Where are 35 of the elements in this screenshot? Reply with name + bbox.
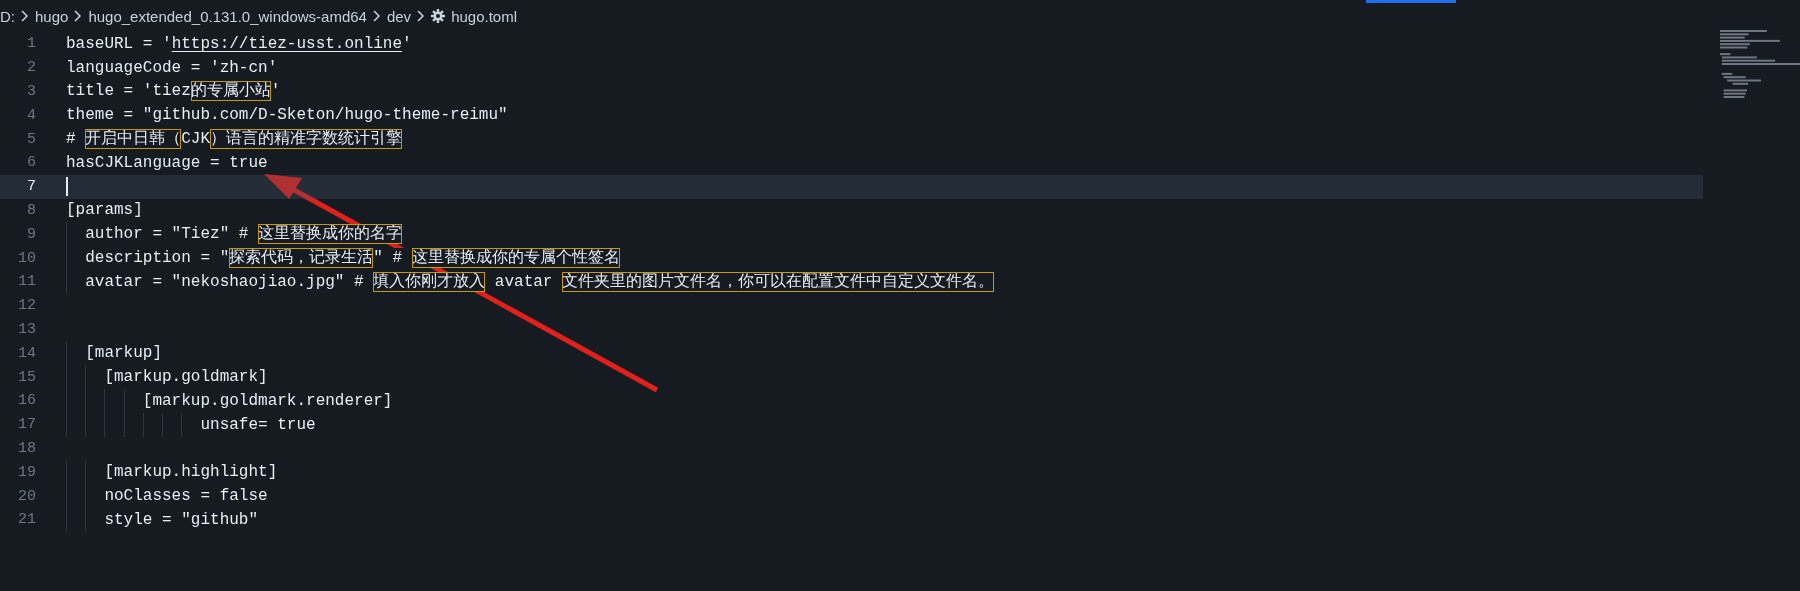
line-number: 21 (17, 511, 36, 529)
highlighted-text: 开启中日韩（ (85, 129, 182, 150)
line-number: 13 (17, 320, 36, 338)
line-number: 19 (17, 463, 36, 481)
line-number: 7 (26, 178, 36, 196)
line-number: 11 (17, 273, 36, 291)
line-number: 1 (26, 35, 36, 53)
line-number: 15 (17, 368, 36, 386)
highlighted-text: 文件夹里的图片文件名，你可以在配置文件中自定义文件名。 (562, 271, 995, 292)
line-number: 18 (17, 439, 36, 457)
line-number: 8 (26, 201, 36, 219)
line-number: 20 (17, 487, 36, 505)
line-number: 17 (17, 416, 36, 434)
line-number: 2 (26, 59, 36, 77)
line-number: 9 (26, 225, 36, 243)
highlighted-text: 这里替换成你的名字 (258, 224, 403, 245)
highlighted-text: 探索代码，记录生活 (229, 248, 374, 269)
breadcrumb-item[interactable]: hugo_extended_0.131.0_windows-amd64 (88, 7, 367, 25)
highlighted-text: 这里替换成你的专属个性签名 (411, 248, 620, 269)
line-number: 5 (26, 130, 36, 148)
line-number: 10 (17, 249, 36, 267)
line-number: 4 (26, 106, 36, 124)
line-number: 16 (17, 392, 36, 410)
line-number: 6 (26, 154, 36, 172)
highlighted-text: 的专属小站 (190, 81, 271, 102)
line-number: 12 (17, 297, 36, 315)
breadcrumb-item[interactable]: hugo (35, 7, 69, 25)
breadcrumb-item[interactable]: dev (386, 7, 412, 25)
line-number: 3 (26, 83, 36, 100)
breadcrumb-item[interactable]: hugo.toml (451, 7, 517, 25)
line-number: 14 (17, 344, 36, 362)
highlighted-text: 填入你刚才放入 (373, 271, 486, 292)
breadcrumb-item[interactable]: D: (0, 7, 15, 25)
code-text: hasCJKLanguage = true (66, 152, 268, 173)
link-text[interactable]: https://tiez-usst.online (171, 33, 403, 54)
